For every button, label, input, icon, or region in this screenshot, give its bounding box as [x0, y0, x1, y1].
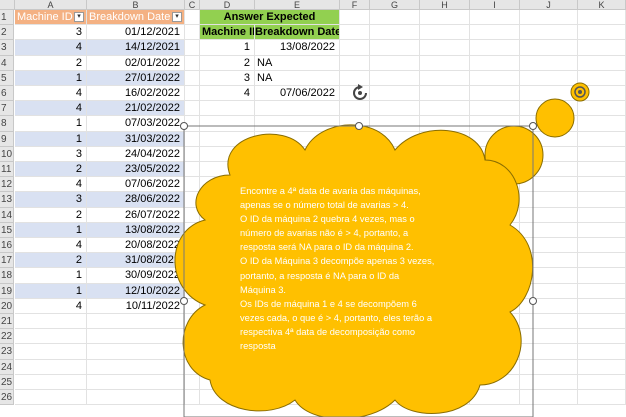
callout-line: portanto, a resposta é NA para o ID da — [240, 270, 400, 281]
callout-line: respectiva 4ª data de decomposição como — [240, 326, 416, 337]
resize-handle-top-left[interactable] — [180, 122, 188, 130]
rotate-handle-icon[interactable] — [349, 82, 371, 104]
callout-line: resposta — [240, 341, 276, 352]
resize-handle-middle-left[interactable] — [180, 297, 188, 305]
callout-text: Encontre a 4ª data de avaria das máquina… — [240, 184, 455, 353]
callout-line: O ID da máquina 2 quebra 4 vezes, mas o — [240, 214, 415, 225]
callout-line: O ID da Máquina 3 decompõe apenas 3 veze… — [240, 256, 435, 267]
callout-line: número de avarias não é > 4, portanto, a — [240, 228, 409, 239]
callout-line: Encontre a 4ª data de avaria das máquina… — [240, 186, 421, 196]
resize-handle-top-middle[interactable] — [355, 122, 363, 130]
callout-line: vezes cada, o que é > 4, portanto, eles … — [240, 312, 433, 323]
resize-handle-top-right[interactable] — [529, 122, 537, 130]
callout-line: Máquina 3. — [240, 284, 286, 295]
callout-line: resposta será NA para o ID da máquina 2. — [240, 242, 414, 253]
callout-line: apenas se o número total de avarias > 4. — [240, 200, 409, 211]
callout-line: Os IDs de máquina 1 e 4 se decompõem 6 — [240, 298, 417, 309]
resize-handle-middle-right[interactable] — [529, 297, 537, 305]
